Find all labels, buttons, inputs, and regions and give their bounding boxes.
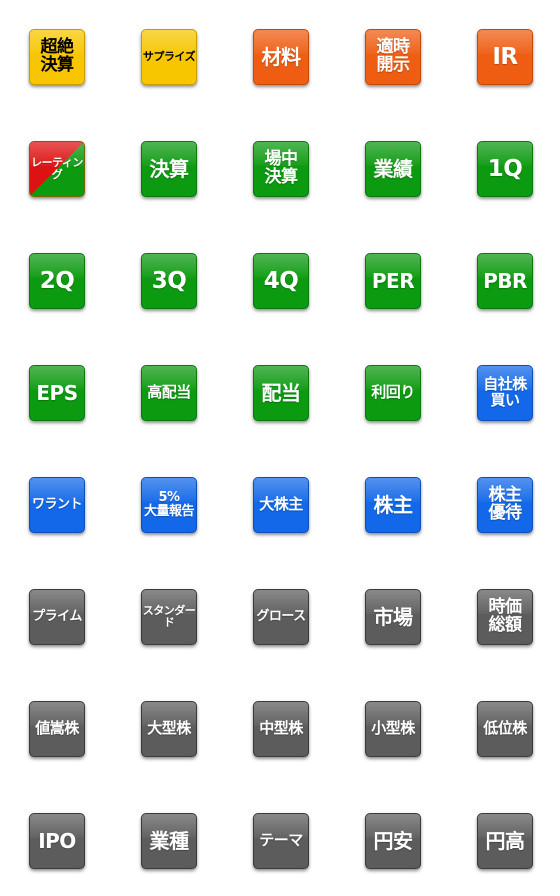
sticker-35[interactable]: 低位株: [477, 701, 533, 757]
sticker-label: 場中 決算: [264, 149, 299, 187]
sticker-19[interactable]: 利回り: [365, 365, 421, 421]
sticker-label: 3Q: [151, 267, 187, 294]
sticker-label: PBR: [483, 268, 527, 293]
sticker-30[interactable]: 時価 総額: [477, 589, 533, 645]
sticker-label: 5% 大量報告: [143, 490, 195, 519]
sticker-label: 2Q: [39, 267, 75, 294]
sticker-25[interactable]: 株主 優待: [477, 477, 533, 533]
sticker-label: 材料: [261, 44, 302, 69]
sticker-2[interactable]: サプライズ: [141, 29, 197, 85]
sticker-label: EPS: [36, 380, 78, 405]
sticker-label: テーマ: [259, 831, 303, 850]
sticker-34[interactable]: 小型株: [365, 701, 421, 757]
sticker-label: 小型株: [371, 719, 415, 738]
sticker-32[interactable]: 大型株: [141, 701, 197, 757]
sticker-label: 業績: [373, 156, 414, 181]
sticker-5[interactable]: IR: [477, 29, 533, 85]
sticker-33[interactable]: 中型株: [253, 701, 309, 757]
sticker-label: 4Q: [263, 267, 299, 294]
sticker-40[interactable]: 円高: [477, 813, 533, 869]
sticker-4[interactable]: 適時 開示: [365, 29, 421, 85]
sticker-22[interactable]: 5% 大量報告: [141, 477, 197, 533]
sticker-label: ワラント: [31, 497, 83, 513]
sticker-14[interactable]: PER: [365, 253, 421, 309]
sticker-28[interactable]: グロース: [253, 589, 309, 645]
sticker-label: 市場: [373, 604, 414, 629]
sticker-1[interactable]: 超絶 決算: [29, 29, 85, 85]
sticker-label: 時価 総額: [488, 597, 523, 635]
sticker-label: 高配当: [147, 383, 191, 402]
sticker-7[interactable]: 決算: [141, 141, 197, 197]
sticker-8[interactable]: 場中 決算: [253, 141, 309, 197]
sticker-label: 円安: [373, 828, 414, 853]
sticker-27[interactable]: スタンダード: [141, 589, 197, 645]
sticker-38[interactable]: テーマ: [253, 813, 309, 869]
sticker-label: 円高: [485, 828, 526, 853]
sticker-label: 大型株: [147, 719, 191, 738]
sticker-label: 適時 開示: [376, 37, 411, 75]
sticker-37[interactable]: 業種: [141, 813, 197, 869]
sticker-label: 超絶 決算: [40, 37, 75, 75]
sticker-label: 配当: [261, 380, 302, 405]
sticker-29[interactable]: 市場: [365, 589, 421, 645]
sticker-13[interactable]: 4Q: [253, 253, 309, 309]
sticker-10[interactable]: 1Q: [477, 141, 533, 197]
sticker-39[interactable]: 円安: [365, 813, 421, 869]
sticker-label: レーティング: [31, 156, 83, 181]
sticker-label: 1Q: [487, 155, 523, 182]
sticker-label: 自社株 買い: [483, 375, 527, 409]
sticker-sheet: 超絶 決算 サプライズ 材料 適時 開示 IR レーティング 決算 場中 決算 業績 1Q 2Q 3Q…: [0, 0, 560, 896]
sticker-18[interactable]: 配当: [253, 365, 309, 421]
sticker-26[interactable]: プライム: [29, 589, 85, 645]
sticker-21[interactable]: ワラント: [29, 477, 85, 533]
sticker-15[interactable]: PBR: [477, 253, 533, 309]
sticker-31[interactable]: 値嵩株: [29, 701, 85, 757]
sticker-label: プライム: [32, 609, 82, 625]
sticker-11[interactable]: 2Q: [29, 253, 85, 309]
sticker-label: PER: [371, 268, 415, 293]
sticker-36[interactable]: IPO: [29, 813, 85, 869]
sticker-label: 株主 優待: [488, 485, 523, 523]
sticker-label: 中型株: [259, 719, 303, 738]
sticker-23[interactable]: 大株主: [253, 477, 309, 533]
sticker-label: IR: [492, 43, 518, 70]
sticker-label: 決算: [149, 156, 190, 181]
sticker-label: 株主: [373, 492, 414, 517]
sticker-label: サプライズ: [142, 50, 196, 64]
sticker-24[interactable]: 株主: [365, 477, 421, 533]
sticker-12[interactable]: 3Q: [141, 253, 197, 309]
sticker-label: 業種: [149, 828, 190, 853]
sticker-17[interactable]: 高配当: [141, 365, 197, 421]
sticker-6[interactable]: レーティング: [29, 141, 85, 197]
sticker-20[interactable]: 自社株 買い: [477, 365, 533, 421]
sticker-9[interactable]: 業績: [365, 141, 421, 197]
sticker-label: 低位株: [483, 719, 527, 738]
sticker-label: スタンダード: [142, 604, 196, 629]
sticker-label: 大株主: [259, 495, 303, 514]
sticker-16[interactable]: EPS: [29, 365, 85, 421]
sticker-label: IPO: [38, 828, 76, 853]
sticker-label: 値嵩株: [35, 719, 79, 738]
sticker-label: グロース: [256, 609, 306, 625]
sticker-label: 利回り: [371, 383, 415, 402]
sticker-3[interactable]: 材料: [253, 29, 309, 85]
